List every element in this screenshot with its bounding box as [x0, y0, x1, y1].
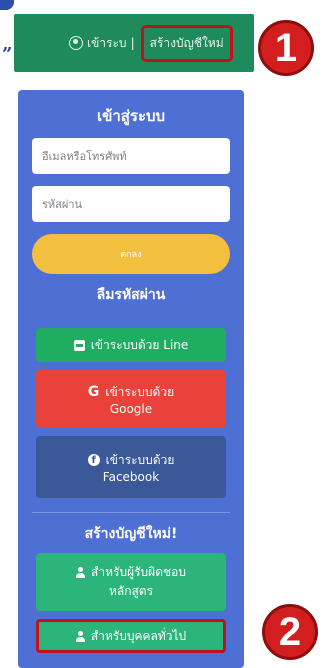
line-icon — [73, 339, 85, 351]
facebook-login-button[interactable]: f เข้าระบบด้วย Facebook — [36, 436, 226, 498]
password-field[interactable]: รหัสผ่าน — [32, 186, 230, 222]
login-link[interactable]: เข้าระบ — [87, 34, 127, 53]
top-nav-bar: เข้าระบ | สร้างบัญชีใหม่ — [14, 14, 254, 72]
instructor-label-1: สำหรับผู้รับผิดชอบ — [91, 565, 186, 579]
instructor-label-2: หลักสูตร — [108, 584, 154, 598]
general-register-button[interactable]: สำหรับบุคคลทั่วไป — [36, 619, 226, 653]
login-button[interactable]: ตกลง — [32, 234, 230, 274]
instructor-register-button[interactable]: สำหรับผู้รับผิดชอบ หลักสูตร — [36, 553, 226, 611]
login-panel: เข้าสู่ระบบ อีเมลหรือโทรศัพท์ รหัสผ่าน ต… — [18, 90, 244, 668]
page-corner-decoration — [0, 0, 14, 10]
panel-divider — [32, 512, 230, 513]
google-icon: G — [87, 384, 100, 400]
general-register-label: สำหรับบุคคลทั่วไป — [90, 628, 187, 643]
line-login-label: เข้าระบบด้วย Line — [90, 337, 189, 352]
google-login-button[interactable]: G เข้าระบบด้วย Google — [36, 370, 226, 428]
facebook-login-label-2: Facebook — [102, 469, 160, 484]
google-login-label-1: เข้าระบบด้วย — [105, 384, 175, 399]
facebook-icon: f — [87, 454, 100, 466]
nav-separator: | — [130, 36, 135, 50]
user-icon — [76, 567, 86, 578]
user-circle-icon — [69, 36, 83, 50]
step-badge-2: 2 — [262, 604, 318, 660]
user-icon — [75, 630, 85, 642]
forgot-password-link[interactable]: ลืมรหัสผ่าน — [32, 284, 230, 306]
facebook-login-label-1: เข้าระบบด้วย — [105, 452, 175, 467]
line-login-button[interactable]: เข้าระบบด้วย Line — [36, 328, 226, 362]
google-login-label-2: Google — [109, 401, 153, 416]
step-badge-1: 1 — [258, 20, 314, 76]
quote-mark: ” — [2, 44, 13, 65]
login-title: เข้าสู่ระบบ — [96, 107, 166, 125]
register-link[interactable]: สร้างบัญชีใหม่ — [140, 24, 233, 62]
register-title: สร้างบัญชีใหม่! — [84, 526, 178, 542]
email-field[interactable]: อีเมลหรือโทรศัพท์ — [32, 138, 230, 174]
